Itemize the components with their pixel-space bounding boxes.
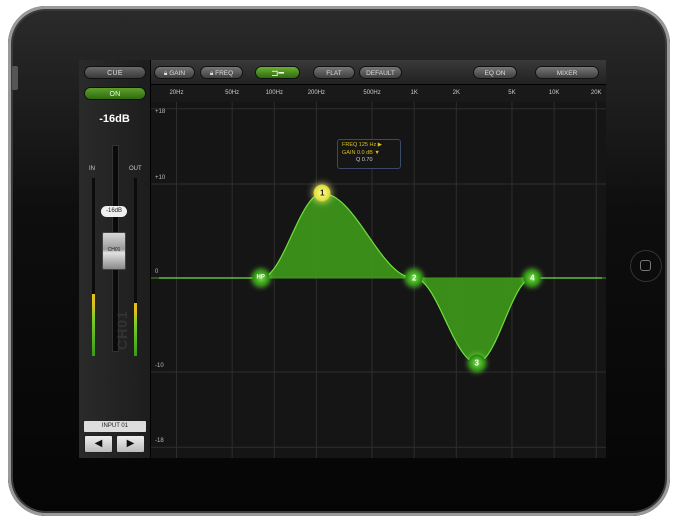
eq-node-1[interactable]: 1 bbox=[313, 184, 331, 202]
fader-value-tooltip: -16dB bbox=[101, 206, 127, 217]
next-channel-button[interactable]: ▶ bbox=[116, 435, 145, 453]
freq-tick-label: 10K bbox=[548, 90, 560, 96]
arrow-left-icon: ◀ bbox=[94, 438, 103, 449]
on-button[interactable]: ON bbox=[84, 87, 146, 100]
input-label[interactable]: INPUT 01 bbox=[84, 421, 146, 432]
channel-strip: CUE ON -16dB IN OUT -16dB CH01 CH01 INPU… bbox=[79, 60, 151, 458]
fader-cap-label: CH01 bbox=[107, 247, 121, 253]
gain-tick-label: +10 bbox=[155, 175, 166, 181]
eq-graph[interactable]: FREQ 125 Hz ▶ GAIN 0.0 dB ▼ Q 0.70 +18 +1… bbox=[151, 102, 606, 458]
mixer-button[interactable]: MIXER bbox=[535, 66, 599, 79]
out-meter-fill bbox=[134, 302, 137, 356]
freq-lock-button[interactable]: 🔒︎ FREQ bbox=[200, 66, 243, 79]
level-readout: -16dB bbox=[99, 113, 130, 125]
lock-icon: 🔒︎ bbox=[163, 70, 168, 77]
gain-tick-label: 0 bbox=[155, 269, 159, 275]
play-right-icon[interactable]: ▶ bbox=[378, 142, 382, 148]
freq-tick-label: 2K bbox=[452, 90, 460, 96]
arrow-right-icon: ▶ bbox=[126, 438, 135, 449]
lock-icon: 🔒︎ bbox=[209, 70, 214, 77]
eq-node-hp[interactable]: HP bbox=[252, 269, 270, 287]
freq-tick-label: 20K bbox=[590, 90, 602, 96]
out-label: OUT bbox=[129, 166, 142, 172]
in-meter bbox=[92, 178, 95, 356]
freq-tick-label: 1K bbox=[410, 90, 418, 96]
gain-tick-label: -18 bbox=[155, 438, 164, 445]
freq-label: FREQ bbox=[215, 70, 234, 77]
info-q: Q 0.70 bbox=[356, 157, 373, 163]
eq-node-4[interactable]: 4 bbox=[523, 269, 541, 287]
bypass-icon: ⊐━ bbox=[271, 68, 284, 78]
freq-tick-label: 20Hz bbox=[169, 90, 184, 96]
eq-node-3[interactable]: 3 bbox=[468, 354, 486, 372]
gain-label: GAIN bbox=[169, 70, 186, 77]
info-freq: FREQ 125 Hz bbox=[342, 142, 377, 148]
gain-tick-label: +18 bbox=[155, 108, 166, 115]
eq-node-2[interactable]: 2 bbox=[405, 269, 423, 287]
eq-toolbar: 🔒︎ GAIN 🔒︎ FREQ ⊐━ FLAT DEFAULT EQ ON MI… bbox=[151, 60, 606, 85]
node-info-box: FREQ 125 Hz ▶ GAIN 0.0 dB ▼ Q 0.70 bbox=[337, 139, 401, 169]
screen: CUE ON -16dB IN OUT -16dB CH01 CH01 INPU… bbox=[79, 60, 606, 458]
volume-button bbox=[12, 66, 18, 90]
in-meter-fill bbox=[92, 293, 95, 356]
frequency-axis: 20Hz 50Hz 100Hz 200Hz 500Hz 1K 2K 5K 10K 20K bbox=[151, 85, 606, 103]
fader-handle[interactable]: CH01 bbox=[102, 232, 126, 270]
prev-channel-button[interactable]: ◀ bbox=[84, 435, 113, 453]
freq-tick-label: 200Hz bbox=[307, 90, 326, 96]
play-down-icon[interactable]: ▼ bbox=[374, 150, 379, 156]
eq-on-button[interactable]: EQ ON bbox=[473, 66, 517, 79]
out-meter bbox=[134, 178, 137, 356]
freq-tick-label: 5K bbox=[508, 90, 516, 96]
cue-button[interactable]: CUE bbox=[84, 66, 146, 79]
flat-button[interactable]: FLAT bbox=[313, 66, 355, 79]
info-gain: GAIN 0.0 dB bbox=[342, 149, 373, 156]
channel-name: CH01 bbox=[114, 310, 130, 350]
home-square-icon bbox=[640, 260, 651, 271]
gain-lock-button[interactable]: 🔒︎ GAIN bbox=[154, 66, 195, 79]
bypass-button[interactable]: ⊐━ bbox=[255, 66, 300, 79]
in-label: IN bbox=[89, 166, 95, 172]
freq-tick-label: 100Hz bbox=[265, 90, 283, 96]
default-button[interactable]: DEFAULT bbox=[359, 66, 402, 79]
freq-tick-label: 500Hz bbox=[363, 90, 381, 96]
freq-tick-label: 50Hz bbox=[225, 90, 240, 96]
gain-tick-label: -10 bbox=[155, 363, 164, 369]
home-button[interactable] bbox=[630, 250, 662, 282]
